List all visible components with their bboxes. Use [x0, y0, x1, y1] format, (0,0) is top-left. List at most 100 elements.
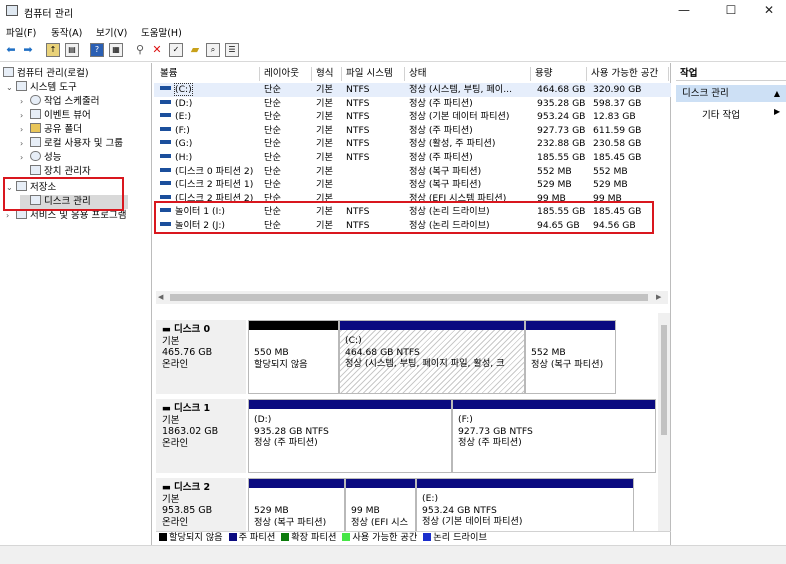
table-row[interactable]: (E:) 단순 기본 NTFS 정상 (기본 데이터 파티션) 953.24 GB 12.8…	[154, 110, 671, 124]
delete-icon[interactable]: ✕	[150, 43, 164, 57]
cell-volume: (F:)	[156, 124, 260, 138]
actions-disk-management[interactable]: 디스크 관리 ▲	[676, 85, 786, 102]
chevron-right-icon[interactable]: ›	[20, 109, 30, 123]
table-row[interactable]: (디스크 0 파티션 2) 단순 기본 정상 (복구 파티션) 552 MB 552 MB	[154, 165, 671, 179]
menu-help[interactable]: 도움말(H)	[141, 25, 182, 39]
chevron-right-icon[interactable]: ›	[20, 95, 30, 109]
cell-capacity: 935.28 GB	[537, 97, 586, 109]
disk-graphical-view: ▬ 디스크 0 기본 465.76 GB 온라인 550 MB 할당되지 않음 (…	[156, 313, 656, 531]
column-header-capacity[interactable]: 용량	[531, 67, 587, 81]
cell-layout: 단순	[264, 152, 281, 163]
partition-d[interactable]: (D:) 935.28 GB NTFS 정상 (주 파티션)	[248, 399, 452, 473]
cell-type: 기본	[316, 111, 333, 123]
menu-file[interactable]: 파일(F)	[6, 25, 36, 39]
tree-item-performance[interactable]: › 성능	[20, 151, 61, 165]
tree-item-task-scheduler[interactable]: › 작업 스케줄러	[20, 95, 99, 109]
volume-icon	[160, 126, 171, 131]
disk-1-label[interactable]: ▬ 디스크 1 기본 1863.02 GB 온라인	[156, 399, 246, 473]
cell-capacity: 529 MB	[537, 179, 572, 191]
forward-arrow-icon[interactable]: ➡	[21, 43, 35, 57]
cell-capacity: 927.73 GB	[537, 124, 586, 136]
minimize-button[interactable]: —	[667, 0, 701, 22]
cell-capacity: 552 MB	[537, 165, 572, 177]
partition-recovery-disk0[interactable]: 552 MB 정상 (복구 파티션)	[525, 320, 616, 394]
status-bar	[0, 545, 786, 564]
cell-capacity: 185.55 GB	[537, 152, 586, 163]
connect-icon[interactable]: ⚲	[133, 43, 147, 57]
menu-view[interactable]: 보기(V)	[96, 25, 127, 39]
cell-type: 기본	[316, 179, 333, 191]
table-row[interactable]: (H:) 단순 기본 NTFS 정상 (주 파티션) 185.55 GB 185.45 GB	[154, 151, 671, 165]
legend-swatch-free	[342, 533, 351, 541]
tools-icon	[16, 81, 27, 91]
close-button[interactable]: ✕	[752, 0, 786, 22]
column-header-type[interactable]: 형식	[312, 67, 342, 81]
table-row[interactable]: (F:) 단순 기본 NTFS 정상 (주 파티션) 927.73 GB 611.59 GB	[154, 124, 671, 138]
disk-0-label[interactable]: ▬ 디스크 0 기본 465.76 GB 온라인	[156, 320, 246, 394]
tree-item-system-tools[interactable]: ⌄ 시스템 도구	[6, 81, 77, 95]
menu-action[interactable]: 동작(A)	[51, 25, 82, 39]
cell-volume: (디스크 0 파티션 2)	[156, 165, 260, 179]
table-row[interactable]: (C:) 단순 기본 NTFS 정상 (시스템, 부팅, 페이... 464.68 GB 3…	[154, 83, 671, 97]
partition-c[interactable]: (C:) 464.68 GB NTFS 정상 (시스템, 부팅, 페이지 파일, 활…	[339, 320, 525, 394]
scroll-left-icon[interactable]: ◀	[158, 291, 163, 304]
partition-e[interactable]: (E:) 953.24 GB NTFS 정상 (기본 데이터 파티션)	[416, 478, 634, 531]
partition-unallocated[interactable]: 550 MB 할당되지 않음	[248, 320, 339, 394]
chevron-right-icon[interactable]: ›	[20, 137, 30, 151]
back-arrow-icon[interactable]: ⬅	[4, 43, 18, 57]
cell-type: 기본	[316, 138, 333, 150]
cell-layout: 단순	[264, 111, 281, 123]
partition-f[interactable]: (F:) 927.73 GB NTFS 정상 (주 파티션)	[452, 399, 656, 473]
column-header-free-space[interactable]: 사용 가능한 공간	[587, 67, 669, 81]
cell-filesystem: NTFS	[346, 124, 370, 136]
table-row[interactable]: (디스크 2 파티션 1) 단순 기본 정상 (복구 파티션) 529 MB 529 MB	[154, 178, 671, 192]
tree-item-root[interactable]: 컴퓨터 관리(로컬)	[3, 67, 89, 81]
legend-swatch-logical	[423, 533, 432, 541]
chevron-right-icon[interactable]: ›	[6, 209, 16, 223]
shared-folder-icon	[30, 123, 41, 133]
chevron-right-icon: ▶	[774, 107, 781, 116]
cell-capacity: 953.24 GB	[537, 111, 586, 123]
cell-volume: (D:)	[156, 97, 260, 111]
chevron-right-icon[interactable]: ›	[20, 151, 30, 165]
up-folder-icon[interactable]: ↑	[46, 43, 60, 57]
tree-item-shared-folders[interactable]: › 공유 폴더	[20, 123, 82, 137]
column-header-layout[interactable]: 레이아웃	[260, 67, 312, 81]
column-header-filesystem[interactable]: 파일 시스템	[342, 67, 405, 81]
folder-icon[interactable]: ▰	[188, 43, 202, 57]
checklist-icon[interactable]: ✓	[169, 43, 183, 57]
column-header-volume[interactable]: 볼륨	[156, 67, 260, 81]
collapse-up-icon[interactable]: ▲	[774, 85, 780, 102]
volume-icon	[160, 113, 171, 118]
tree-item-local-users[interactable]: › 로컬 사용자 및 그룹	[20, 137, 123, 151]
maximize-button[interactable]: ☐	[714, 0, 748, 22]
partition-efi[interactable]: 99 MB 정상 (EFI 시스	[345, 478, 416, 531]
legend-swatch-primary	[228, 533, 237, 541]
table-row[interactable]: (G:) 단순 기본 NTFS 정상 (활성, 주 파티션) 232.88 GB 230.5…	[154, 137, 671, 151]
actions-pane: 작업 디스크 관리 ▲ 기타 작업 ▶	[676, 63, 786, 545]
help-icon[interactable]: ?	[90, 43, 104, 57]
scroll-right-icon[interactable]: ▶	[656, 291, 661, 304]
cell-capacity: 464.68 GB	[537, 84, 586, 95]
chevron-right-icon[interactable]: ›	[20, 123, 30, 137]
scrollbar-thumb[interactable]	[170, 294, 648, 301]
column-header-status[interactable]: 상태	[405, 67, 531, 81]
cell-layout: 단순	[264, 165, 281, 177]
disk-icon: ▬	[162, 403, 174, 414]
disk-2-label[interactable]: ▬ 디스크 2 기본 953.85 GB 온라인	[156, 478, 246, 531]
vertical-scrollbar[interactable]	[658, 313, 670, 531]
properties-icon[interactable]: ▦	[109, 43, 123, 57]
scrollbar-thumb[interactable]	[661, 325, 667, 435]
computer-icon	[3, 67, 14, 77]
list-view-icon[interactable]: ☰	[225, 43, 239, 57]
search-icon[interactable]: ⌕	[206, 43, 220, 57]
horizontal-scrollbar[interactable]: ◀ ▶	[156, 291, 668, 304]
legend-swatch-extended	[281, 533, 290, 541]
partition-recovery-disk2[interactable]: 529 MB 정상 (복구 파티션)	[248, 478, 345, 531]
actions-more[interactable]: 기타 작업 ▶	[702, 107, 782, 121]
tree-item-event-viewer[interactable]: › 이벤트 뷰어	[20, 109, 91, 123]
tree-item-services[interactable]: › 서비스 및 응용 프로그램	[6, 209, 126, 223]
show-hide-tree-icon[interactable]: ▤	[65, 43, 79, 57]
table-row[interactable]: (D:) 단순 기본 NTFS 정상 (주 파티션) 935.28 GB 598.37 GB	[154, 97, 671, 111]
chevron-down-icon[interactable]: ⌄	[6, 81, 16, 95]
